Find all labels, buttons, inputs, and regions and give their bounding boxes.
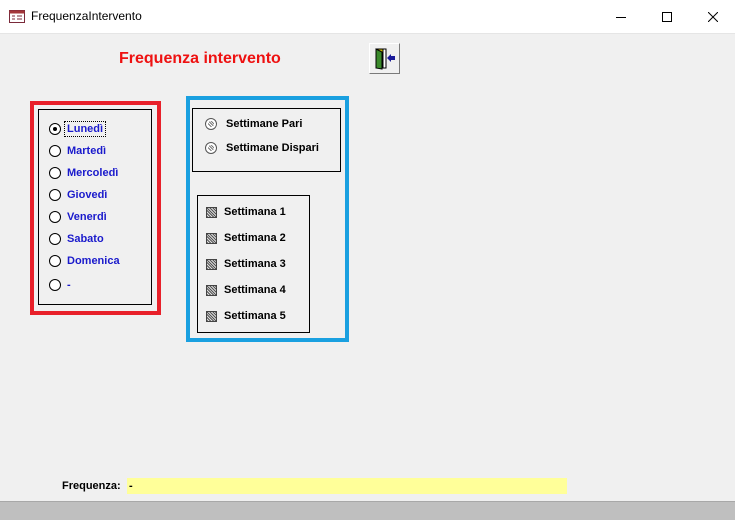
parity-label: Settimane Pari (226, 118, 303, 130)
radio-button[interactable] (205, 142, 217, 154)
maximize-icon (662, 11, 672, 22)
close-button[interactable] (690, 0, 735, 33)
exit-door-icon (375, 48, 395, 70)
window-title-bar[interactable]: FrequenzaIntervento (0, 0, 735, 34)
frequenza-label: Frequenza: (62, 480, 121, 492)
checkbox[interactable] (206, 232, 217, 244)
day-label: Domenica (67, 255, 120, 267)
week-label: Settimana 1 (224, 206, 286, 218)
radio-button[interactable] (49, 123, 61, 135)
day-label: Mercoledì (67, 167, 119, 179)
checkbox-settimana-2[interactable]: Settimana 2 (206, 230, 286, 246)
radio-venerdi[interactable]: Venerdì (49, 209, 109, 225)
radio-sabato[interactable]: Sabato (49, 231, 106, 247)
checkbox[interactable] (206, 206, 217, 218)
radio-domenica[interactable]: Domenica (49, 253, 122, 269)
days-option-group (38, 109, 152, 305)
radio-lunedi[interactable]: Lunedì (49, 121, 107, 137)
checkbox-settimana-3[interactable]: Settimana 3 (206, 256, 286, 272)
checkbox[interactable] (206, 284, 217, 296)
status-bar (0, 501, 735, 520)
form-icon (9, 10, 25, 23)
close-icon (708, 11, 718, 22)
day-label: Martedì (67, 145, 107, 157)
checkbox[interactable] (206, 258, 217, 270)
minimize-button[interactable] (598, 0, 644, 33)
radio-button[interactable] (49, 145, 61, 157)
radio-button[interactable] (49, 279, 61, 291)
parity-label: Settimane Dispari (226, 142, 319, 154)
form-title: Frequenza intervento (119, 50, 281, 67)
radio-mercoledi[interactable]: Mercoledì (49, 165, 120, 181)
week-label: Settimana 5 (224, 310, 286, 322)
radio-button[interactable] (49, 189, 61, 201)
day-label: Giovedì (67, 189, 108, 201)
checkbox[interactable] (206, 310, 217, 322)
radio-button[interactable] (49, 233, 61, 245)
week-label: Settimana 4 (224, 284, 286, 296)
day-label: Lunedì (63, 121, 107, 137)
window-title: FrequenzaIntervento (31, 9, 142, 23)
minimize-icon (616, 16, 626, 18)
radio-none[interactable]: - (49, 277, 73, 293)
day-label: Venerdì (67, 211, 107, 223)
frequenza-field[interactable]: - (127, 478, 567, 494)
week-label: Settimana 3 (224, 258, 286, 270)
day-label: Sabato (67, 233, 104, 245)
checkbox-settimana-4[interactable]: Settimana 4 (206, 282, 286, 298)
radio-martedi[interactable]: Martedì (49, 143, 108, 159)
radio-button[interactable] (205, 118, 217, 130)
checkbox-settimana-1[interactable]: Settimana 1 (206, 204, 286, 220)
checkbox-settimana-5[interactable]: Settimana 5 (206, 308, 286, 324)
radio-settimane-dispari[interactable]: Settimane Dispari (205, 140, 319, 156)
radio-settimane-pari[interactable]: Settimane Pari (205, 116, 302, 132)
radio-button[interactable] (49, 167, 61, 179)
radio-button[interactable] (49, 211, 61, 223)
day-label: - (67, 279, 71, 291)
week-label: Settimana 2 (224, 232, 286, 244)
radio-button[interactable] (49, 255, 61, 267)
maximize-button[interactable] (644, 0, 690, 33)
exit-button[interactable] (369, 43, 400, 74)
radio-giovedi[interactable]: Giovedì (49, 187, 109, 203)
